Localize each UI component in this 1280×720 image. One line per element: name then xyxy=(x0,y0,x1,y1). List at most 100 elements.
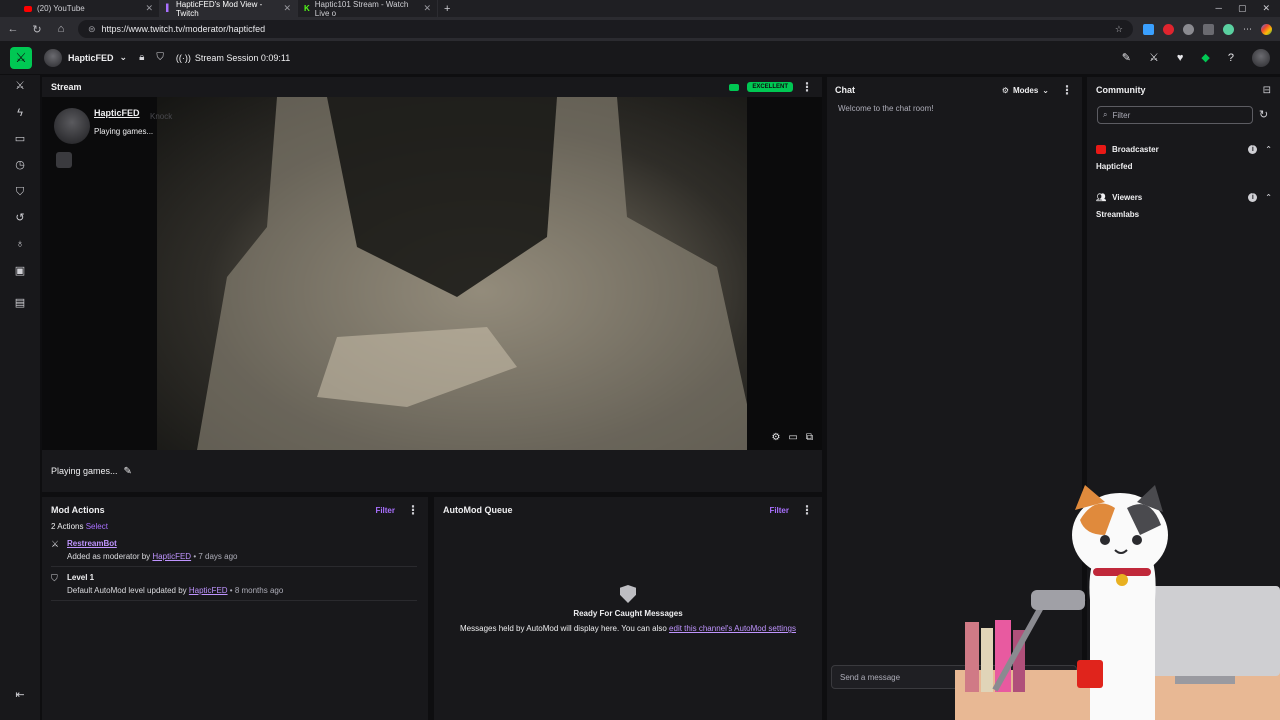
action-by-link[interactable]: HapticFED xyxy=(189,586,228,595)
section-label: Viewers xyxy=(1112,193,1143,202)
more-options-icon[interactable]: ⋮ xyxy=(1061,83,1073,97)
channel-avatar[interactable] xyxy=(54,108,90,144)
mod-view-logo-icon[interactable]: ⚔ xyxy=(10,46,32,69)
browser-tab-youtube[interactable]: (20) YouTube ✕ xyxy=(0,0,160,17)
shield-icon[interactable]: ⛉ xyxy=(156,52,164,63)
profile-icon[interactable] xyxy=(1261,23,1272,35)
info-icon[interactable]: i xyxy=(1248,193,1258,202)
player-controls: ⚙ ▭ ⧉ xyxy=(771,432,813,443)
left-rail: ⚔ ϟ ▭ ◷ ⛉ ↺ ♁ ▣ ▤ ⇤ xyxy=(0,75,40,720)
action-by-link[interactable]: HapticFED xyxy=(152,552,191,561)
avatar xyxy=(44,48,62,67)
overlay-game: Playing games... xyxy=(94,127,154,136)
panel-header: Community ⊟ xyxy=(1096,82,1271,98)
bits-icon[interactable]: ◆ xyxy=(1201,51,1209,64)
viewers-icon: 👥︎ xyxy=(1096,193,1107,202)
community-filter-input[interactable]: ⌕ Filter xyxy=(1097,106,1253,124)
more-options-icon[interactable]: ⋮ xyxy=(801,503,813,517)
broadcaster-name[interactable]: Hapticfed xyxy=(1096,162,1272,171)
more-options-icon[interactable]: ⋮ xyxy=(801,80,813,94)
empty-body: Messages held by AutoMod will display he… xyxy=(460,624,667,633)
tab-label: HapticFED's Mod View - Twitch xyxy=(175,0,263,18)
filter-button[interactable]: Filter xyxy=(769,506,789,515)
site-info-icon[interactable]: ⊜ xyxy=(88,24,96,35)
mini-avatar[interactable] xyxy=(56,152,72,168)
close-icon[interactable]: ✕ xyxy=(145,3,153,14)
overlay-channel-name[interactable]: HapticFED xyxy=(94,108,140,118)
mod-actions-panel: Mod Actions Filter ⋮ 2 Actions Select ⚔ … xyxy=(42,497,428,720)
knock-label: Knock xyxy=(150,112,173,121)
lock-icon[interactable]: 🔒︎ xyxy=(139,52,144,63)
star-icon[interactable]: ☆ xyxy=(1115,24,1123,35)
new-tab-icon[interactable]: + xyxy=(444,3,450,15)
action-time: • 8 months ago xyxy=(229,586,284,595)
automod-settings-link[interactable]: edit this channel's AutoMod settings xyxy=(669,624,796,633)
tab-label: (20) YouTube xyxy=(37,4,85,13)
youtube-icon xyxy=(24,5,32,12)
camera-icon xyxy=(729,83,740,91)
extension-icon[interactable] xyxy=(1183,23,1194,35)
extension-icon[interactable] xyxy=(1223,23,1234,35)
extension-icon[interactable] xyxy=(1163,23,1174,35)
maximize-icon[interactable]: ▢ xyxy=(1238,3,1247,14)
extension-icon[interactable] xyxy=(1143,23,1154,35)
gear-icon: ⚙ xyxy=(1001,85,1009,95)
shield-icon[interactable]: ⛉ xyxy=(13,185,27,199)
edit-icon[interactable]: ✎ xyxy=(124,466,132,477)
session-label: Stream Session 0:09:11 xyxy=(194,52,291,63)
browser-tab-mod-view[interactable]: ▌ HapticFED's Mod View - Twitch ✕ xyxy=(160,0,298,18)
settings-icon[interactable]: ⚙ xyxy=(771,432,780,443)
back-icon[interactable]: ← xyxy=(6,23,20,35)
lightning-icon[interactable]: ϟ xyxy=(13,106,27,120)
address-bar: ← ↻ ⌂ ⊜ https://www.twitch.tv/moderator/… xyxy=(0,17,1280,41)
sword-icon[interactable]: ⚔ xyxy=(13,79,27,93)
minimize-icon[interactable]: ─ xyxy=(1216,3,1222,14)
reload-icon[interactable]: ↻ xyxy=(30,23,44,36)
mod-action-item: ⛉ Level 1 Default AutoMod level updated … xyxy=(51,573,417,601)
refresh-icon[interactable]: ↻ xyxy=(1259,108,1268,121)
chevron-down-icon: ⌄ xyxy=(119,52,128,62)
community-panel: Community ⊟ ⌕ Filter ↻ Broadcaster i ⌃ Ha… xyxy=(1087,77,1280,720)
url-field[interactable]: ⊜ https://www.twitch.tv/moderator/haptic… xyxy=(78,20,1133,38)
menu-icon[interactable]: ⋯ xyxy=(1243,24,1252,35)
clock-icon[interactable]: ◷ xyxy=(13,158,27,172)
action-desc: Added as moderator by xyxy=(67,552,151,561)
sword-icon[interactable]: ⚔ xyxy=(1149,51,1159,64)
automod-queue-panel: AutoMod Queue Filter ⋮ Ready For Caught … xyxy=(434,497,822,720)
url-text: https://www.twitch.tv/moderator/hapticfe… xyxy=(101,24,266,34)
browser-tab-haptic101[interactable]: K Haptic101 Stream - Watch Live o ✕ xyxy=(298,0,438,18)
kick-icon: K xyxy=(304,4,310,13)
user-avatar[interactable] xyxy=(1252,48,1270,67)
video-player[interactable]: ⚙ ▭ ⧉ xyxy=(42,97,822,450)
popout-icon[interactable]: ⧉ xyxy=(806,432,813,443)
extension-icon[interactable] xyxy=(1203,23,1214,35)
action-target-link[interactable]: RestreamBot xyxy=(67,539,117,548)
close-icon[interactable]: ✕ xyxy=(283,3,291,14)
viewer-name[interactable]: Streamlabs xyxy=(1096,210,1272,219)
history-icon[interactable]: ↺ xyxy=(13,211,27,225)
extensions-bar: ⋯ xyxy=(1143,23,1272,35)
channel-switcher[interactable]: HapticFED ⌄ xyxy=(44,48,128,67)
message-icon[interactable]: ▣ xyxy=(13,264,27,278)
window-controls: ─ ▢ ✕ xyxy=(1216,3,1280,14)
chevron-up-icon[interactable]: ⌃ xyxy=(1265,145,1272,154)
exit-icon[interactable]: ⇤ xyxy=(13,688,27,702)
filter-button[interactable]: Filter xyxy=(375,506,395,515)
heart-icon[interactable]: ♥ xyxy=(1177,52,1184,64)
chevron-up-icon[interactable]: ⌃ xyxy=(1265,193,1272,202)
home-icon[interactable]: ⌂ xyxy=(54,23,68,35)
modes-dropdown[interactable]: ⚙ Modes ⌄ xyxy=(1002,86,1049,95)
info-icon[interactable]: i xyxy=(1248,145,1258,154)
badge-icon[interactable]: ♁ xyxy=(13,237,27,251)
edit-icon[interactable]: ✎ xyxy=(1122,51,1131,64)
chat-bubble-icon[interactable]: ▭ xyxy=(13,132,27,146)
close-icon[interactable]: ✕ xyxy=(423,3,431,14)
chat-input[interactable]: Send a message xyxy=(831,665,1077,689)
close-window-icon[interactable]: ✕ xyxy=(1262,3,1270,14)
theatre-mode-icon[interactable]: ▭ xyxy=(788,432,797,443)
collapse-panel-icon[interactable]: ⊟ xyxy=(1263,85,1271,96)
select-button[interactable]: Select xyxy=(86,522,108,531)
widget-icon[interactable]: ▤ xyxy=(13,296,27,310)
help-icon[interactable]: ? xyxy=(1228,52,1234,64)
more-options-icon[interactable]: ⋮ xyxy=(407,503,419,517)
